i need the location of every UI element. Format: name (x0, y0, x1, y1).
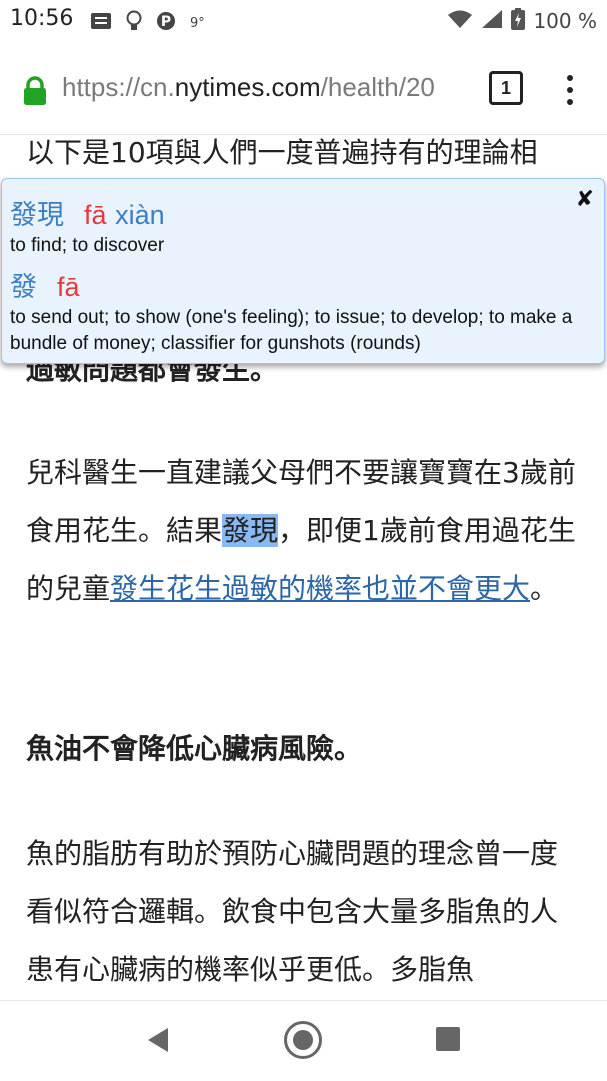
url-domain: nytimes.com (174, 72, 321, 102)
signal-icon (481, 9, 503, 33)
p-icon: P (156, 11, 176, 36)
message-icon (90, 12, 112, 35)
status-bar: 10:56 P 9° 100 % (0, 0, 607, 44)
popup-definition: to find; to discover (10, 235, 165, 256)
battery-icon (511, 8, 526, 34)
battery-percent: 100 % (533, 9, 597, 33)
lightbulb-icon (126, 10, 142, 37)
navigation-bar (0, 1000, 607, 1081)
temperature-icon: 9° (190, 15, 205, 31)
dictionary-popup: ✘ 發現 fā xiàn to find; to discover 發 fā to … (1, 178, 605, 364)
popup-pinyin: fā (84, 200, 107, 230)
more-menu-icon[interactable] (560, 72, 580, 108)
home-icon[interactable] (284, 1021, 322, 1059)
article-paragraph-fish: 魚的脂肪有助於預防心臟問題的理念曾一度看似符合邏輯。飲食中包含大量多脂魚的人患有… (26, 837, 559, 986)
svg-text:P: P (161, 14, 171, 30)
article-link[interactable]: 發生花生過敏的機率也並不會更大 (110, 572, 530, 605)
notification-icons: P 9° (90, 10, 205, 37)
para-text-end: 。 (530, 572, 559, 605)
popup-word: 發現 (10, 200, 64, 231)
popup-entry-1: 發現 fā xiàn (10, 193, 165, 232)
tab-switcher-button[interactable]: 1 (489, 71, 523, 105)
url-prefix: https://cn. (62, 72, 175, 102)
article-line-top: 以下是10項與人們一度普遍持有的理論相 (26, 136, 538, 169)
popup-definition: to send out; to show (one's feeling); to… (10, 307, 573, 354)
recents-icon[interactable] (436, 1027, 460, 1051)
popup-word: 發 (10, 272, 37, 303)
wifi-icon (447, 9, 473, 33)
system-status: 100 % (447, 8, 597, 34)
popup-pinyin-2: xiàn (115, 200, 165, 230)
url-field[interactable]: https://cn.nytimes.com/health/20 (62, 72, 472, 108)
popup-entry-2: 發 fā (10, 265, 80, 304)
popup-pinyin: fā (57, 272, 80, 302)
lock-icon[interactable] (22, 76, 48, 106)
back-icon[interactable] (146, 1027, 170, 1057)
browser-toolbar: https://cn.nytimes.com/health/20 1 (0, 44, 607, 135)
highlighted-word[interactable]: 發現 (222, 514, 279, 547)
article-heading-fish-oil: 魚油不會降低心臟病風險。 (26, 732, 363, 765)
article-paragraph-peanut: 兒科醫生一直建議父母們不要讓寶寶在3歲前食用花生。結果發現，即便1歲前食用過花生… (26, 444, 582, 618)
status-time: 10:56 (10, 6, 74, 31)
url-path: /health/20 (320, 72, 435, 102)
close-icon[interactable]: ✘ (576, 187, 594, 212)
